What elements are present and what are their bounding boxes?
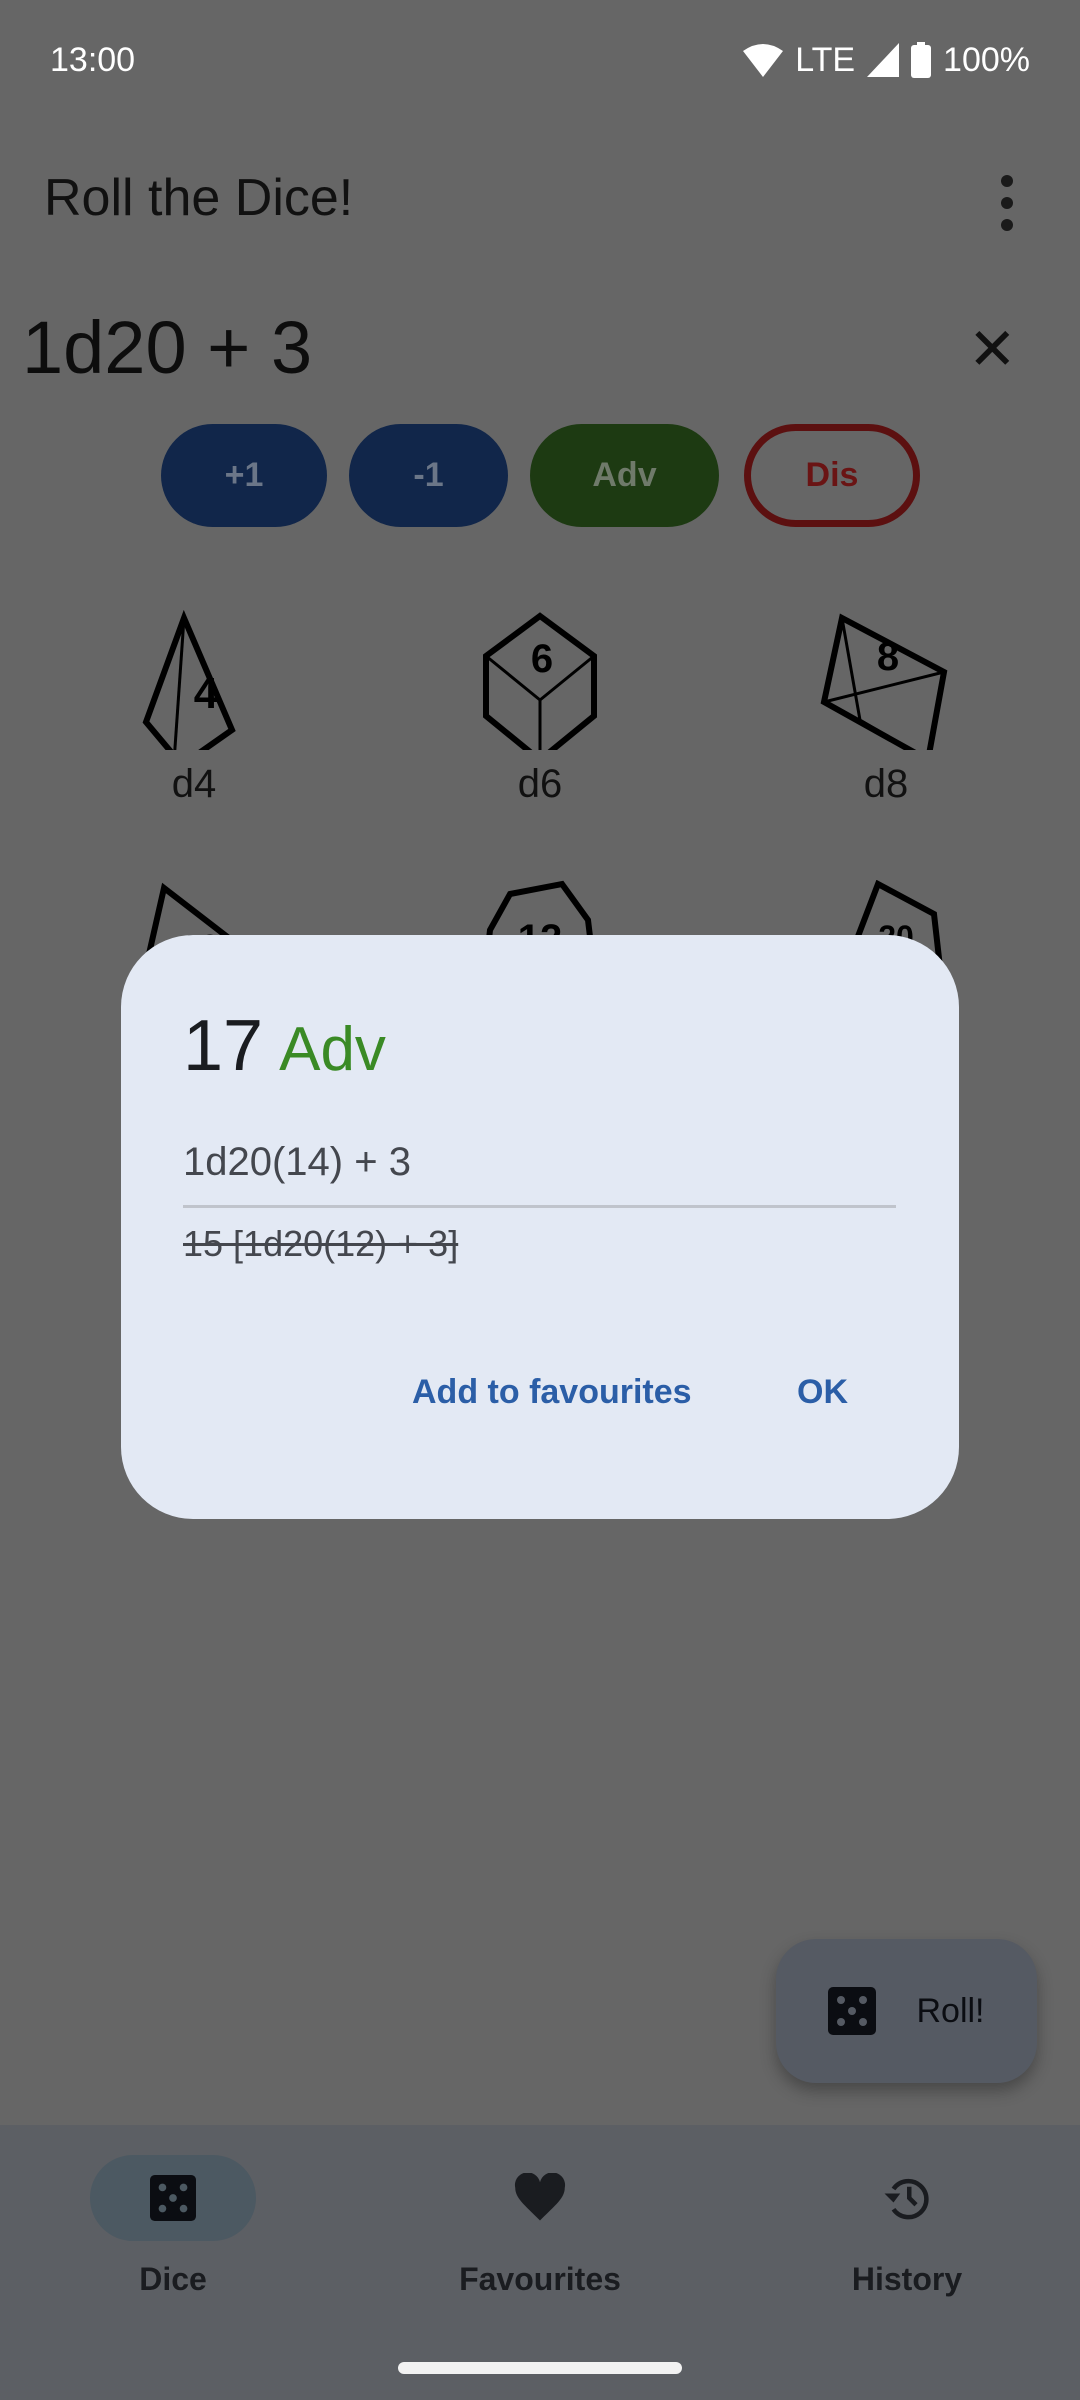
advantage-button[interactable]: Adv [530,424,719,527]
mode-label: Adv [279,1015,386,1084]
history-icon [884,2178,929,2220]
discarded-roll: 15 [1d20(12) + 3] [183,1223,459,1264]
dice-expression: 1d20 + 3 [22,306,313,389]
ok-button[interactable]: OK [797,1373,848,1412]
die-label: d6 [517,762,563,806]
dice-five-icon [150,2175,196,2221]
minus-one-button[interactable]: -1 [349,424,508,527]
signal-icon [867,43,900,77]
close-icon[interactable]: ✕ [968,321,1017,379]
status-bar: 13:00 LTE 100% [50,36,1030,84]
die-d6[interactable]: 6 d6 [440,610,640,807]
svg-text:8: 8 [877,635,899,679]
result-total: 17 Adv [183,1005,386,1087]
clock: 13:00 [50,40,136,79]
d4-icon: 4 [142,610,236,750]
die-d8[interactable]: 8 d8 [786,610,986,807]
dice-five-icon [828,1987,877,2035]
d8-icon: 8 [820,613,948,750]
total-value: 17 [183,1006,264,1086]
add-to-favourites-button[interactable]: Add to favourites [412,1373,692,1412]
battery-level: 100% [943,40,1030,79]
heart-icon [514,2173,566,2221]
more-vert-icon[interactable] [985,175,1029,231]
page-title: Roll the Dice! [44,169,354,227]
nav-label: Favourites [459,2261,621,2297]
wifi-icon [743,44,784,77]
nav-item-history[interactable]: History [787,2155,1027,2298]
home-indicator[interactable] [398,2362,682,2374]
nav-item-dice[interactable]: Dice [53,2155,293,2298]
nav-label: Dice [139,2261,207,2297]
divider [183,1205,896,1208]
die-label: d4 [171,762,217,806]
svg-text:6: 6 [531,637,553,681]
nav-label: History [851,2261,963,2297]
roll-label: Roll! [916,1991,985,2030]
battery-icon [911,42,932,78]
plus-one-button[interactable]: +1 [161,424,327,527]
die-d4[interactable]: 4 d4 [94,610,294,807]
nav-item-favourites[interactable]: Favourites [420,2155,660,2298]
bottom-navigation: Dice Favourites History [0,2125,1080,2400]
roll-result-dialog: 17 Adv 1d20(14) + 3 15 [1d20(12) + 3] Add… [121,935,959,1519]
d6-icon: 6 [483,612,597,750]
roll-detail: 1d20(14) + 3 [183,1140,411,1184]
svg-text:4: 4 [194,669,219,718]
roll-button[interactable]: Roll! [776,1939,1037,2083]
network-type: LTE [795,40,856,79]
die-label: d8 [863,762,909,806]
disadvantage-button[interactable]: Dis [744,424,920,527]
